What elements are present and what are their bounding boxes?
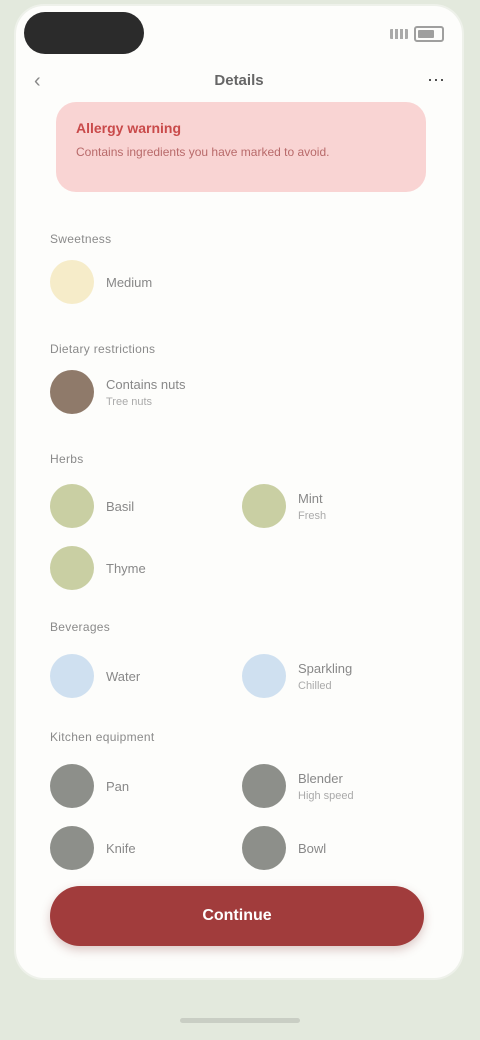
signal-icon xyxy=(390,29,408,39)
list-item[interactable]: Thyme xyxy=(50,546,146,590)
section-label-dietary: Dietary restrictions xyxy=(50,342,156,356)
item-name: Thyme xyxy=(106,560,146,576)
item-name: Basil xyxy=(106,498,135,514)
alert-message: Contains ingredients you have marked to … xyxy=(76,145,330,159)
section-label-kitchen: Kitchen equipment xyxy=(50,730,155,744)
status-icons xyxy=(390,26,444,42)
alert-title: Allergy warning xyxy=(76,120,182,136)
phone-screen: ‹ Details ⋯ Allergy warning Contains ing… xyxy=(16,6,462,978)
list-item[interactable]: Medium xyxy=(50,260,152,304)
page-title: Details xyxy=(214,72,264,89)
knife-icon xyxy=(50,826,94,870)
item-sub: Fresh xyxy=(298,509,327,522)
list-item[interactable]: Blender High speed xyxy=(242,764,354,808)
home-indicator xyxy=(180,1018,300,1023)
thyme-icon xyxy=(50,546,94,590)
basil-icon xyxy=(50,484,94,528)
section-label-sweetness: Sweetness xyxy=(50,232,112,246)
item-name: Contains nuts xyxy=(106,376,186,392)
item-name: Pan xyxy=(106,778,130,794)
mint-icon xyxy=(242,484,286,528)
item-sub: High speed xyxy=(298,789,354,802)
alert-banner: Allergy warning Contains ingredients you… xyxy=(56,102,426,192)
list-item[interactable]: Sparkling Chilled xyxy=(242,654,352,698)
list-item[interactable]: Water xyxy=(50,654,140,698)
list-item[interactable]: Pan xyxy=(50,764,129,808)
battery-icon xyxy=(414,26,444,42)
list-item[interactable]: Mint Fresh xyxy=(242,484,326,528)
status-bar xyxy=(16,6,462,58)
nut-icon xyxy=(50,370,94,414)
item-sub: Tree nuts xyxy=(106,395,153,408)
sparkling-icon xyxy=(242,654,286,698)
navigation-bar: ‹ Details ⋯ xyxy=(16,64,462,100)
section-label-herbs: Herbs xyxy=(50,452,84,466)
item-name: Sparkling xyxy=(298,660,353,676)
item-name: Medium xyxy=(106,274,153,290)
pan-icon xyxy=(50,764,94,808)
continue-button[interactable]: Continue xyxy=(50,886,424,946)
list-item[interactable]: Basil xyxy=(50,484,134,528)
item-name: Bowl xyxy=(298,840,327,856)
water-icon xyxy=(50,654,94,698)
item-name: Knife xyxy=(106,840,136,856)
menu-icon[interactable]: ⋯ xyxy=(424,70,448,90)
item-name: Mint xyxy=(298,490,323,506)
item-name: Water xyxy=(106,668,141,684)
item-name: Blender xyxy=(298,770,343,786)
honey-icon xyxy=(50,260,94,304)
section-label-beverages: Beverages xyxy=(50,620,111,634)
bowl-icon xyxy=(242,826,286,870)
dynamic-island xyxy=(24,12,144,54)
item-sub: Chilled xyxy=(298,679,332,692)
list-item[interactable]: Contains nuts Tree nuts xyxy=(50,370,186,414)
list-item[interactable]: Knife xyxy=(50,826,136,870)
blender-icon xyxy=(242,764,286,808)
list-item[interactable]: Bowl xyxy=(242,826,326,870)
